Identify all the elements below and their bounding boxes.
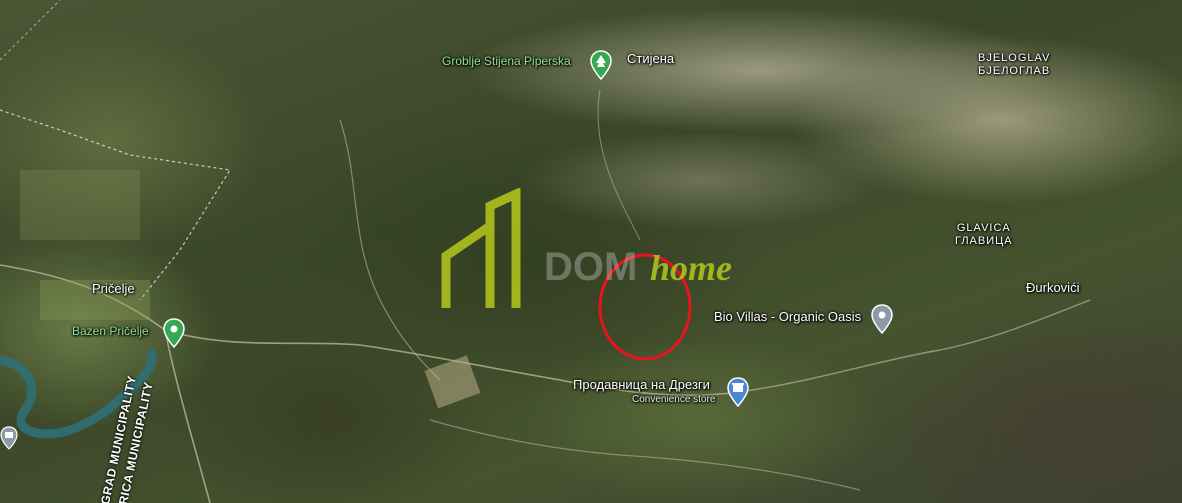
place-label-glavica: GLAVICA ГЛАВИЦА [955, 222, 1013, 248]
place-pin-icon[interactable] [871, 304, 893, 334]
poi-sublabel-convenience: Convenience store [632, 394, 716, 405]
place-pin-icon[interactable] [163, 318, 185, 348]
place-label-durkovici: Đurkovići [1026, 280, 1080, 295]
bjeloglav-cyrillic: БЈЕЛОГЛАВ [978, 65, 1051, 77]
place-label-bjeloglav: BJELOGLAV БЈЕЛОГЛАВ [978, 52, 1050, 78]
watermark-dom-text: DOM [544, 245, 637, 289]
domhome-watermark: DOM home [438, 186, 758, 323]
place-label-stijena: Стијена [627, 51, 675, 66]
poi-label-groblje[interactable]: Groblje Stijena Piperska [442, 54, 571, 68]
museum-pin-icon[interactable] [0, 426, 18, 450]
domhome-logo-icon: DOM home [441, 186, 732, 308]
poi-label-prodavnica[interactable]: Продавница на Дрезги [573, 377, 710, 392]
poi-label-bazen[interactable]: Bazen Pričelje [72, 324, 149, 338]
bjeloglav-latin: BJELOGLAV [978, 52, 1051, 64]
place-label-pricelje: Pričelje [92, 281, 135, 296]
poi-label-bio-villas[interactable]: Bio Villas - Organic Oasis [714, 309, 861, 324]
satellite-map[interactable]: DOM home Groblje Stijena Piperska Стијен… [0, 0, 1182, 503]
shop-pin-icon[interactable] [727, 377, 749, 407]
park-pin-icon[interactable] [590, 50, 612, 80]
watermark-home-text: home [650, 248, 732, 288]
glavica-cyrillic: ГЛАВИЦА [955, 235, 1013, 247]
glavica-latin: GLAVICA [956, 222, 1011, 234]
